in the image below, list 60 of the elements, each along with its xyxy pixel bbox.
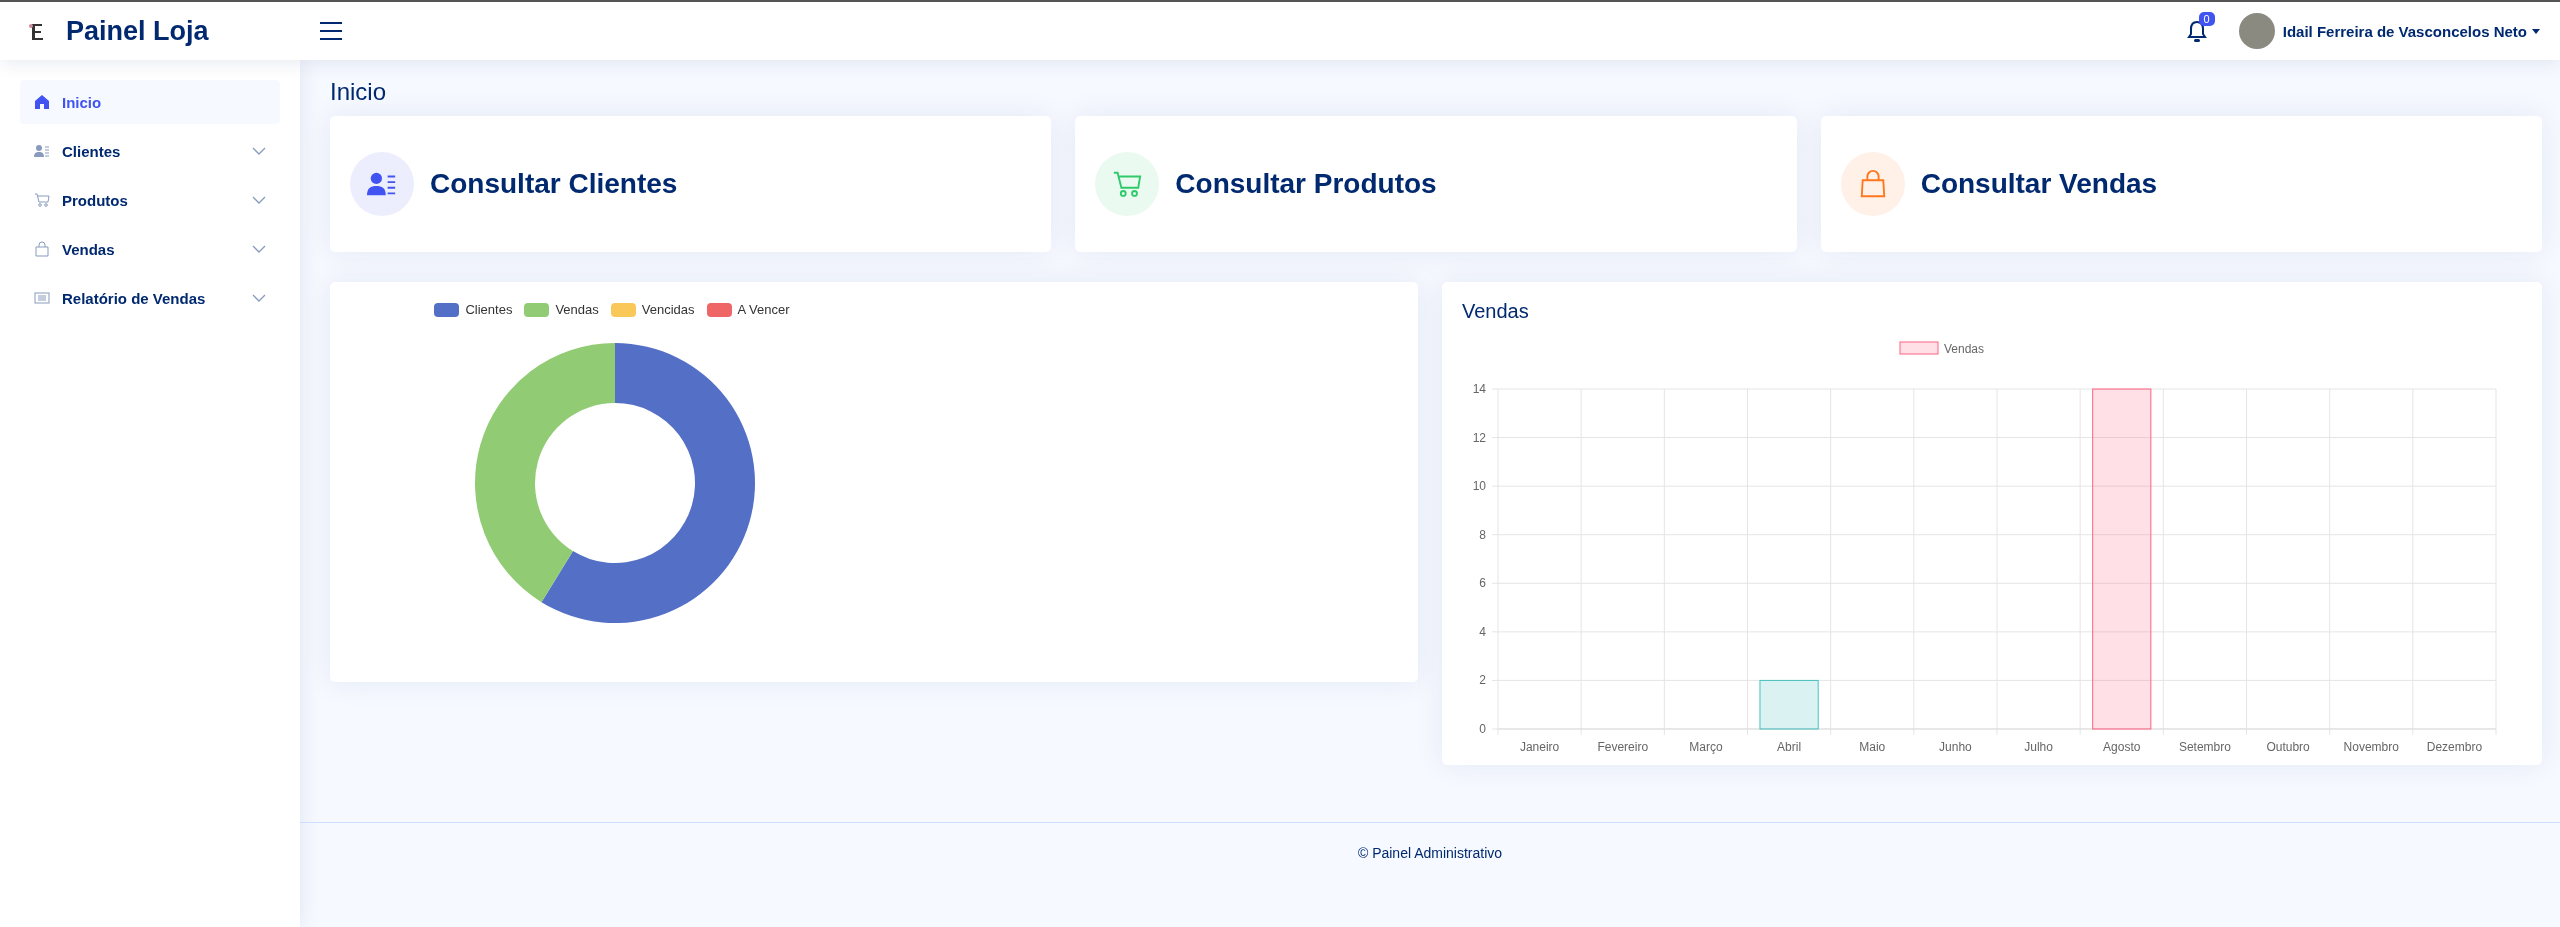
axis-tick-label: Setembro: [2178, 740, 2231, 754]
person-list-icon: [34, 143, 50, 159]
shortcut-card[interactable]: Consultar Produtos: [1075, 116, 1797, 252]
legend-swatch[interactable]: [706, 302, 732, 317]
axis-tick-label: 14: [1472, 382, 1486, 396]
axis-tick-label: Novembro: [2343, 740, 2399, 754]
axis-tick-label: Dezembro: [2426, 740, 2483, 754]
axis-tick-label: Fevereiro: [1597, 740, 1649, 754]
axis-tick-label: Junho: [1939, 740, 1972, 754]
legend-label[interactable]: Vendas: [1944, 342, 1985, 356]
legend-label[interactable]: Vencidas: [641, 302, 695, 317]
list-icon: [34, 290, 50, 306]
axis-tick-label: 4: [1479, 624, 1486, 639]
axis-tick-label: Janeiro: [1519, 740, 1560, 754]
bar[interactable]: [1759, 679, 1819, 730]
axis-tick-label: Abril: [1777, 740, 1802, 754]
footer-text: © Painel Administrativo: [1357, 845, 1503, 863]
axis-tick-label: Março: [1689, 740, 1723, 754]
card-title: Consultar Vendas: [1920, 168, 2158, 200]
axis-tick-label: 2: [1479, 673, 1486, 688]
legend-swatch[interactable]: [610, 302, 636, 317]
avatar[interactable]: [2238, 13, 2275, 49]
card-title: Consultar Clientes: [430, 168, 678, 200]
legend-label[interactable]: Vendas: [555, 302, 599, 317]
legend-swatch[interactable]: [1899, 341, 1939, 355]
sidebar-item[interactable]: Inicio: [20, 80, 280, 124]
sidebar-item[interactable]: Relatório de Vendas: [20, 276, 280, 320]
notification-count: 0: [2198, 12, 2215, 26]
axis-tick-label: Outubro: [2266, 740, 2310, 754]
axis-tick-label: Agosto: [2103, 740, 2141, 754]
bar[interactable]: [2092, 388, 2152, 730]
axis-tick-label: 12: [1472, 430, 1486, 445]
shortcut-card[interactable]: Consultar Vendas: [1820, 116, 2542, 252]
user-menu[interactable]: Idail Ferreira de Vasconcelos Neto: [2282, 22, 2527, 40]
bag-icon: [34, 241, 50, 257]
axis-tick-label: 8: [1479, 527, 1486, 542]
legend-swatch[interactable]: [524, 302, 550, 317]
page-title: Inicio: [330, 78, 388, 106]
axis-tick-label: 0: [1479, 722, 1486, 736]
cart-icon: [34, 192, 50, 208]
chevron-down-icon[interactable]: [252, 147, 266, 155]
axis-tick-label: Julho: [2024, 740, 2053, 754]
legend-label[interactable]: A Vencer: [737, 302, 790, 317]
shortcut-card[interactable]: Consultar Clientes: [330, 116, 1052, 252]
axis-tick-label: 6: [1479, 576, 1486, 591]
card-title: Consultar Produtos: [1175, 168, 1437, 200]
brand-name[interactable]: Painel Loja: [66, 15, 209, 47]
legend-label[interactable]: Clientes: [465, 302, 513, 317]
panel-title: Vendas: [1462, 300, 1530, 323]
axis-tick-label: 10: [1472, 479, 1486, 494]
caret-icon[interactable]: [2532, 28, 2540, 34]
home-icon: [34, 94, 50, 110]
sidebar-item[interactable]: Vendas: [20, 227, 280, 271]
sidebar-item[interactable]: Clientes: [20, 129, 280, 173]
chevron-down-icon[interactable]: [252, 196, 266, 204]
chevron-down-icon[interactable]: [252, 294, 266, 302]
legend-swatch[interactable]: [434, 302, 460, 317]
chevron-down-icon[interactable]: [252, 245, 266, 253]
axis-tick-label: Maio: [1859, 740, 1886, 754]
sidebar-item[interactable]: Produtos: [20, 178, 280, 222]
